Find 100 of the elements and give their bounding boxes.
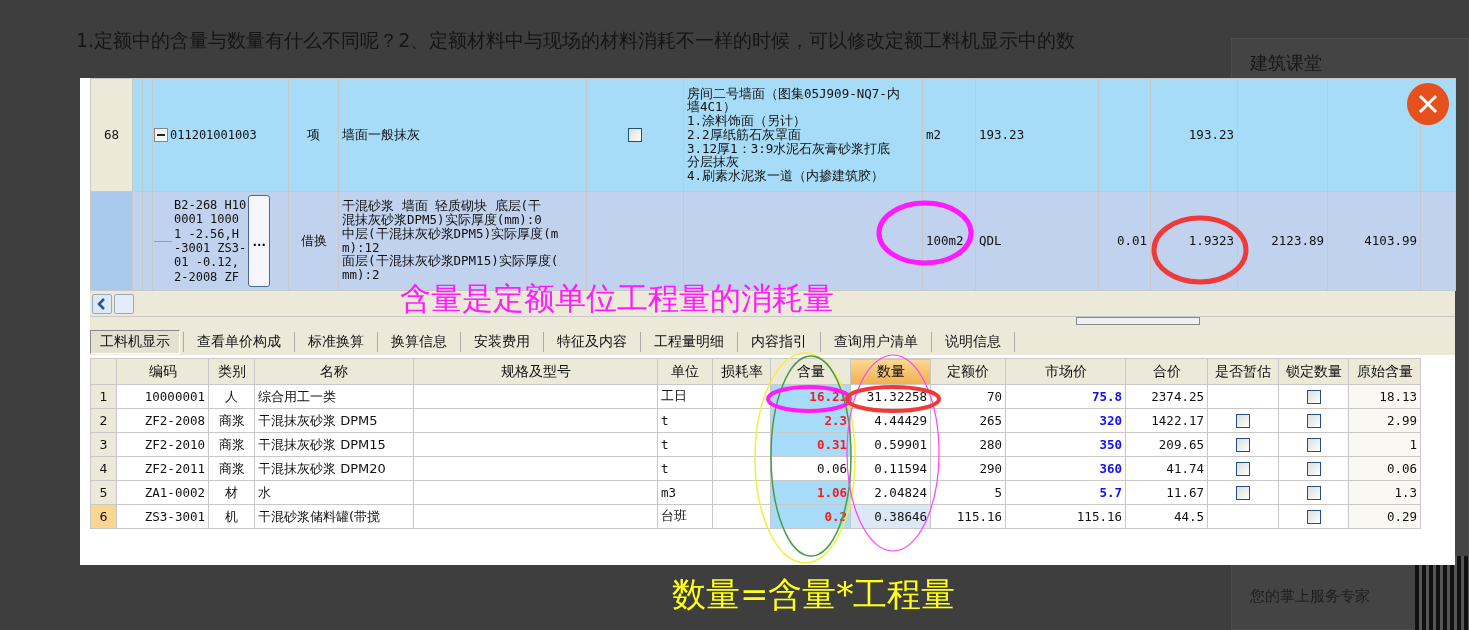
column-header[interactable]: 编码 <box>116 358 209 385</box>
row-number-cell: 4 <box>90 456 117 481</box>
table-cell: 44.5 <box>1125 504 1208 529</box>
tab[interactable]: 工程量明细 <box>644 329 734 354</box>
row-number-cell: 68 <box>90 78 133 192</box>
table-cell: ZF2-2008 <box>116 408 209 433</box>
checkbox[interactable] <box>1236 414 1250 429</box>
table-cell: 265 <box>930 408 1006 433</box>
column-header[interactable]: 单位 <box>657 358 713 385</box>
collapse-icon[interactable] <box>154 128 168 142</box>
checkbox[interactable] <box>1236 462 1250 477</box>
tab[interactable]: 标准换算 <box>298 329 374 354</box>
tab[interactable]: 内容指引 <box>741 329 817 354</box>
checkbox[interactable] <box>1306 486 1321 501</box>
table-cell: 209.65 <box>1125 432 1208 457</box>
column-header[interactable]: 损耗率 <box>712 358 771 385</box>
table-cell: 商浆 <box>208 456 255 481</box>
column-header[interactable]: 锁定数量 <box>1278 358 1349 385</box>
checkbox[interactable] <box>1306 438 1321 453</box>
row-number-cell: 3 <box>90 432 117 457</box>
column-header[interactable]: 合价 <box>1125 358 1208 385</box>
table-cell: 320 <box>1005 408 1126 433</box>
name-text: 墙面一般抹灰 <box>342 127 420 142</box>
table-cell: 干混砂浆储料罐(带搅 <box>254 504 414 529</box>
scroll-left-button[interactable] <box>92 293 112 314</box>
table-cell: 115.16 <box>1005 504 1126 529</box>
checkbox[interactable] <box>1306 462 1321 477</box>
table-cell: 70 <box>930 384 1006 409</box>
table-cell: 360 <box>1005 456 1126 481</box>
qr-code-icon <box>1415 556 1469 630</box>
table-cell: 41.74 <box>1125 456 1208 481</box>
row-number-cell: 1 <box>90 384 117 409</box>
column-header[interactable]: 类别 <box>208 358 255 385</box>
column-header[interactable]: 原始含量 <box>1348 358 1421 385</box>
type-text: 借换 <box>300 232 327 248</box>
caption-text: 数量=含量*工程量 <box>672 573 956 616</box>
table-cell: 115.16 <box>930 504 1006 529</box>
table-cell: QDL <box>979 232 1002 248</box>
table-cell: t <box>657 456 713 481</box>
table-cell: 2123.89 <box>1271 232 1324 248</box>
row-number-cell: 2 <box>90 408 117 433</box>
table-cell: ZS3-3001 <box>116 504 209 529</box>
table-cell: 31.32258 <box>850 384 931 409</box>
table-cell: 5.7 <box>1005 480 1126 505</box>
more-button[interactable]: … <box>248 195 271 287</box>
splitter-handle[interactable] <box>1076 317 1200 325</box>
description-text: 房间二号墙面（图集05J909-NQ7-内 墙4C1） 1.涂料饰面（另计） 2.2厚纸筋石灰罩面 3.12厚1：3:9水泥石灰膏砂浆打底 分层抹灰 4.刷素水泥浆一道（内掺建筑胶） <box>687 86 900 183</box>
table-cell: 水 <box>254 480 414 505</box>
table-cell: 台班 <box>657 504 713 529</box>
checkbox[interactable] <box>1236 486 1250 501</box>
tab[interactable]: 工料机显示 <box>90 329 180 354</box>
scrollbar-thumb[interactable] <box>114 293 134 314</box>
close-icon <box>1417 93 1439 115</box>
table-cell: 综合用工一类 <box>254 384 414 409</box>
row-number-cell: 5 <box>90 480 117 505</box>
checkbox[interactable] <box>1306 390 1321 405</box>
checkbox[interactable] <box>1306 510 1321 525</box>
table-cell: 5 <box>930 480 1006 505</box>
table-cell: 商浆 <box>208 408 255 433</box>
table-cell: 10000001 <box>116 384 209 409</box>
checkbox[interactable] <box>628 128 642 143</box>
tab[interactable]: 说明信息 <box>935 329 1011 354</box>
table-cell: 1.9323 <box>1188 232 1234 248</box>
unit-text: m2 <box>926 126 942 142</box>
column-header[interactable]: 市场价 <box>1005 358 1126 385</box>
code-text: B2-268 H10 0001 1000 1 -2.56,H -3001 ZS3- 01 -0.12, 2-2008 ZF <box>174 197 247 285</box>
table-cell: 2374.25 <box>1125 384 1208 409</box>
table-cell: 0.11594 <box>850 456 931 481</box>
name-text: 干混砂浆 墙面 轻质砌块 底层(干 混抹灰砂浆DPM5)实际厚度(mm):0 中层(干混抹灰砂浆DPM5)实际厚度(m m):12 面层(干混抹灰砂浆DPM15)实际厚度( mm):2 <box>342 199 559 282</box>
table-cell: t <box>657 432 713 457</box>
table-cell: 商浆 <box>208 432 255 457</box>
table-cell: 75.8 <box>1005 384 1126 409</box>
tab[interactable]: 查询用户清单 <box>824 329 928 354</box>
tab[interactable]: 安装费用 <box>464 329 540 354</box>
code-text: 011201001003 <box>170 127 257 143</box>
table-cell: ZF2-2011 <box>116 456 209 481</box>
table-cell: 280 <box>930 432 1006 457</box>
table-cell: 4.44429 <box>850 408 931 433</box>
column-header[interactable]: 规格及型号 <box>413 358 658 385</box>
table-cell: 0.01 <box>1116 232 1147 248</box>
tab[interactable]: 特征及内容 <box>547 329 637 354</box>
checkbox[interactable] <box>1306 414 1321 429</box>
table-cell: 干混抹灰砂浆 DPM5 <box>254 408 414 433</box>
table-cell: 4103.99 <box>1364 232 1417 248</box>
row-number-cell: 6 <box>90 504 117 529</box>
column-header[interactable]: 名称 <box>254 358 414 385</box>
unit-text: 100m2 <box>926 232 964 248</box>
annotation-text: 含量是定额单位工程量的消耗量 <box>400 279 834 318</box>
table-cell: 290 <box>930 456 1006 481</box>
table-cell: 350 <box>1005 432 1126 457</box>
tab[interactable]: 查看单价构成 <box>187 329 291 354</box>
table-cell: 干混抹灰砂浆 DPM20 <box>254 456 414 481</box>
column-header[interactable]: 是否暂估 <box>1207 358 1279 385</box>
chevron-left-icon <box>97 297 107 310</box>
table-cell: 193.23 <box>979 126 1025 142</box>
checkbox[interactable] <box>1236 438 1250 453</box>
tab[interactable]: 换算信息 <box>381 329 457 354</box>
table-cell: 0.59901 <box>850 432 931 457</box>
column-header[interactable]: 定额价 <box>930 358 1006 385</box>
column-header[interactable]: 数量 <box>850 358 931 385</box>
